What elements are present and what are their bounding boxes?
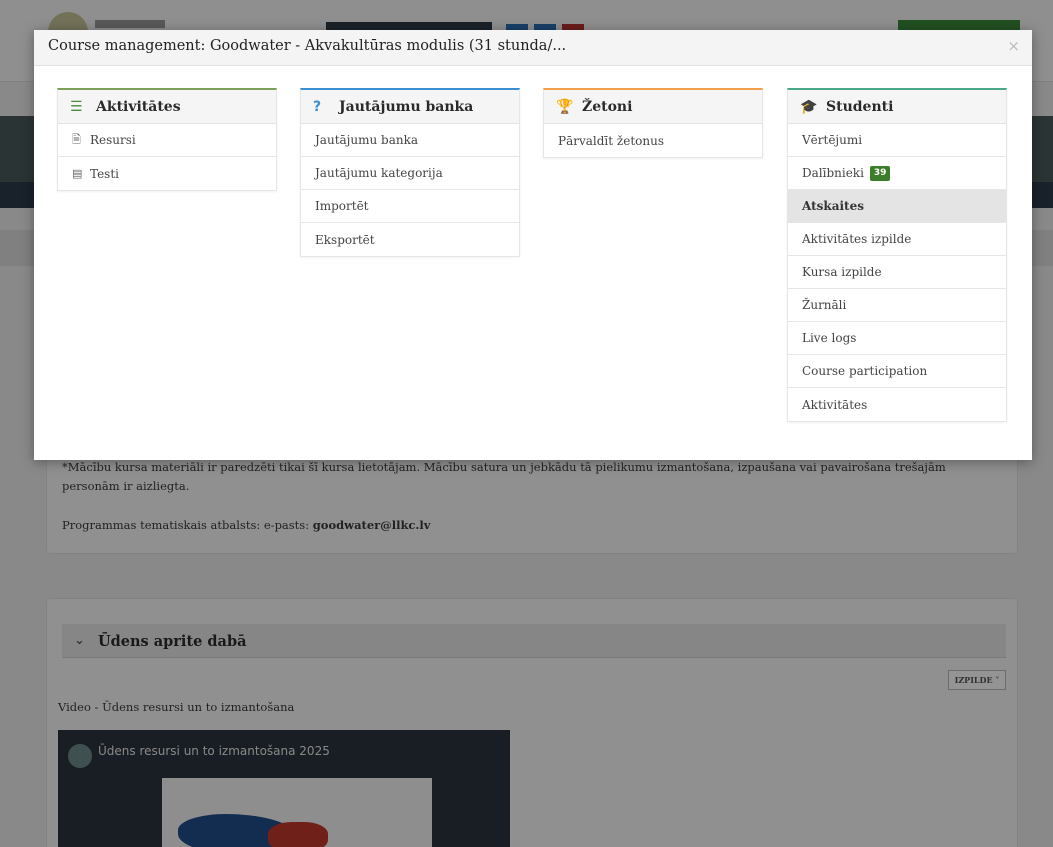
- panel-title: Aktivitātes: [96, 98, 181, 115]
- menu-item-aktivitates[interactable]: Aktivitātes: [788, 388, 1006, 421]
- menu-item-jautajumu-banka[interactable]: Jautājumu banka: [301, 124, 519, 157]
- panel-header: 🎓 Studenti: [788, 90, 1006, 124]
- menu-item-label: Eksportēt: [315, 232, 375, 247]
- trophy-icon: 🏆: [556, 98, 574, 115]
- menu-item-eksportet[interactable]: Eksportēt: [301, 223, 519, 256]
- course-management-modal: Course management: Goodwater - Akvakultū…: [34, 30, 1032, 460]
- modal-title: Course management: Goodwater - Akvakultū…: [48, 38, 567, 54]
- panel-jautajumu-banka: ? Jautājumu banka Jautājumu banka Jautāj…: [300, 88, 520, 257]
- menu-item-label: Aktivitātes: [802, 397, 868, 412]
- menu-item-label: Jautājumu kategorija: [315, 166, 443, 180]
- panel-zetoni: 🏆 Žetoni Pārvaldīt žetonus: [543, 88, 763, 158]
- panel-header: 🏆 Žetoni: [544, 90, 762, 124]
- quiz-icon: ▤: [72, 167, 83, 180]
- menu-item-parvaldit-zetonus[interactable]: Pārvaldīt žetonus: [544, 124, 762, 157]
- menu-item-live-logs[interactable]: Live logs: [788, 322, 1006, 355]
- menu-item-label: Jautājumu banka: [315, 133, 419, 147]
- panel-header: ? Jautājumu banka: [301, 90, 519, 124]
- close-icon[interactable]: ×: [1007, 37, 1020, 55]
- menu-item-label: Importēt: [315, 199, 369, 213]
- participant-count-badge: 39: [869, 165, 891, 181]
- menu-item-kursa-izpilde[interactable]: Kursa izpilde: [788, 256, 1006, 289]
- panel-title: Jautājumu banka: [339, 98, 474, 115]
- menu-item-jautajumu-kategorija[interactable]: Jautājumu kategorija: [301, 157, 519, 190]
- menu-item-importet[interactable]: Importēt: [301, 190, 519, 223]
- menu-item-resursi[interactable]: 🗎 Resursi: [58, 124, 276, 157]
- panel-title: Studenti: [826, 98, 894, 115]
- menu-item-label: Course participation: [802, 364, 928, 378]
- menu-item-course-participation[interactable]: Course participation: [788, 355, 1006, 388]
- menu-item-aktivitates-izpilde[interactable]: Aktivitātes izpilde: [788, 223, 1006, 256]
- menu-item-testi[interactable]: ▤ Testi: [58, 157, 276, 190]
- menu-item-label: Pārvaldīt žetonus: [558, 133, 664, 148]
- menu-item-label: Testi: [90, 166, 119, 181]
- panel-studenti: 🎓 Studenti Vērtējumi Dalībnieki 39 Atska…: [787, 88, 1007, 422]
- question-icon: ?: [313, 98, 322, 115]
- menu-item-label: Atskaites: [802, 199, 864, 213]
- menu-item-vertejumi[interactable]: Vērtējumi: [788, 124, 1006, 157]
- menu-item-label: Kursa izpilde: [802, 265, 882, 279]
- list-icon: ☰: [70, 98, 83, 115]
- menu-item-label: Resursi: [90, 133, 136, 147]
- menu-item-dalibnieki[interactable]: Dalībnieki 39: [788, 157, 1006, 190]
- menu-item-label: Live logs: [802, 331, 857, 345]
- menu-item-zurnali[interactable]: Žurnāli: [788, 289, 1006, 322]
- menu-item-label: Dalībnieki: [802, 166, 864, 180]
- graduation-cap-icon: 🎓: [800, 98, 818, 115]
- modal-header: Course management: Goodwater - Akvakultū…: [34, 30, 1032, 66]
- menu-item-label: Žurnāli: [802, 298, 847, 312]
- menu-item-atskaites[interactable]: Atskaites: [788, 190, 1006, 223]
- menu-item-label: Aktivitātes izpilde: [802, 232, 912, 246]
- panel-header: ☰ Aktivitātes: [58, 90, 276, 124]
- panel-aktivitates: ☰ Aktivitātes 🗎 Resursi ▤ Testi: [57, 88, 277, 191]
- menu-item-label: Vērtējumi: [802, 133, 863, 147]
- file-icon: 🗎: [72, 132, 81, 146]
- panel-title: Žetoni: [582, 98, 633, 115]
